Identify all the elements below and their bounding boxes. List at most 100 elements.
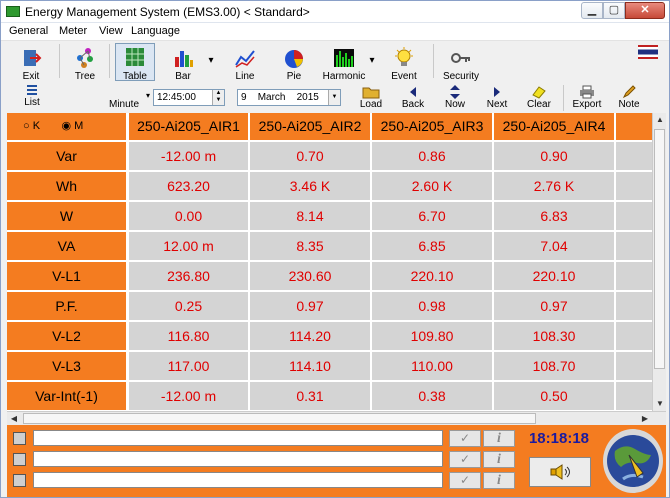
bar-chart-icon xyxy=(172,47,194,69)
harmonic-button[interactable]: Harmonic xyxy=(319,47,369,82)
table-cell: 109.80 xyxy=(372,322,493,351)
security-button[interactable]: Security xyxy=(439,47,483,82)
tree-icon xyxy=(74,47,96,69)
horizontal-scrollbar[interactable]: ◀ ▶ xyxy=(7,411,666,425)
column-header[interactable]: 250-Ai205_AIR2 xyxy=(250,113,371,141)
column-header[interactable]: 250-Ai205_AIR4 xyxy=(494,113,615,141)
export-button[interactable]: Export xyxy=(569,85,605,110)
info-button-1[interactable]: i xyxy=(483,430,515,447)
table-cell: 114.20 xyxy=(250,322,371,351)
menu-bar: General Meter View Language xyxy=(1,23,669,41)
table-cell: 623.20 xyxy=(129,172,249,201)
harmonic-dropdown-button[interactable]: ▾ xyxy=(367,55,377,66)
unit-selector: ○ K ◉ M xyxy=(7,113,127,141)
date-picker[interactable]: 9 March 2015 ▼ xyxy=(237,89,341,106)
table-cell: 220.10 xyxy=(494,262,615,291)
eraser-icon xyxy=(528,85,550,99)
list-icon xyxy=(25,83,39,97)
line-button[interactable]: Line xyxy=(225,47,265,82)
line-chart-icon xyxy=(234,47,256,69)
table-cell: -12.00 m xyxy=(129,142,249,171)
alarm-checkbox-2[interactable] xyxy=(13,453,26,466)
arrow-updown-icon xyxy=(444,85,466,99)
table-cell: 0.38 xyxy=(372,382,493,411)
table-cell: 0.98 xyxy=(372,292,493,321)
load-button[interactable]: Load xyxy=(355,85,387,110)
menu-view[interactable]: View xyxy=(99,25,123,37)
alarm-checkbox-3[interactable] xyxy=(13,474,26,487)
acknowledge-button-3[interactable]: ✓ xyxy=(449,472,481,489)
acknowledge-button-1[interactable]: ✓ xyxy=(449,430,481,447)
row-header: Var xyxy=(7,142,127,171)
radio-m[interactable]: ◉ M xyxy=(61,120,83,132)
table-cell: 230.60 xyxy=(250,262,371,291)
info-button-3[interactable]: i xyxy=(483,472,515,489)
window-title: Energy Management System (EMS3.00) < Sta… xyxy=(25,5,310,19)
folder-open-icon xyxy=(360,85,382,99)
clear-button[interactable]: Clear xyxy=(523,85,555,110)
maximize-button[interactable]: ▢ xyxy=(603,2,625,19)
vertical-scroll-thumb[interactable] xyxy=(654,129,665,369)
column-header[interactable]: 250-Ai205_AIR3 xyxy=(372,113,493,141)
row-header: W xyxy=(7,202,127,231)
scroll-down-icon[interactable]: ▼ xyxy=(653,397,667,411)
note-button[interactable]: Note xyxy=(613,85,645,110)
tree-button[interactable]: Tree xyxy=(67,47,103,82)
speaker-icon xyxy=(548,464,572,481)
printer-icon xyxy=(576,85,598,99)
arrow-left-icon xyxy=(402,85,424,99)
row-header: VA xyxy=(7,232,127,261)
time-spinner[interactable]: ▲ ▼ xyxy=(212,90,224,105)
table-cell: 114.10 xyxy=(250,352,371,381)
exit-button[interactable]: Exit xyxy=(11,47,51,82)
table-button[interactable]: Table xyxy=(115,43,155,82)
table-cell: 8.35 xyxy=(250,232,371,261)
alarm-message-2 xyxy=(33,451,443,467)
menu-language[interactable]: Language xyxy=(131,25,180,37)
info-button-2[interactable]: i xyxy=(483,451,515,468)
interval-label: Minute xyxy=(109,99,140,110)
chevron-down-icon: ▾ xyxy=(369,55,375,66)
table-cell: 6.83 xyxy=(494,202,615,231)
row-header: V-L3 xyxy=(7,352,127,381)
now-button[interactable]: Now xyxy=(439,85,471,110)
table-cell: 6.85 xyxy=(372,232,493,261)
chevron-down-icon[interactable]: ▼ xyxy=(328,90,340,105)
table-cell: 0.90 xyxy=(494,142,615,171)
bar-dropdown-button[interactable]: ▾ xyxy=(206,55,216,66)
arrow-right-icon xyxy=(486,85,508,99)
table-cell: 0.70 xyxy=(250,142,371,171)
interval-dropdown-icon[interactable]: ▾ xyxy=(146,91,150,100)
minimize-button[interactable]: ▁ xyxy=(581,2,603,19)
table-cell: 12.00 m xyxy=(129,232,249,261)
pie-button[interactable]: Pie xyxy=(274,47,314,82)
toolbar: Exit Tree Table Bar ▾ Line Pie Harmonic xyxy=(1,41,669,113)
menu-meter[interactable]: Meter xyxy=(59,25,87,37)
radio-k[interactable]: ○ K xyxy=(23,120,40,132)
vertical-scrollbar[interactable]: ▲ ▼ xyxy=(652,113,666,411)
acknowledge-button-2[interactable]: ✓ xyxy=(449,451,481,468)
column-header[interactable]: 250-Ai205_AIR1 xyxy=(129,113,249,141)
scroll-up-icon[interactable]: ▲ xyxy=(653,113,667,127)
sound-button[interactable] xyxy=(529,457,591,487)
list-button[interactable]: List xyxy=(19,83,45,108)
alarm-checkbox-1[interactable] xyxy=(13,432,26,445)
scroll-right-icon[interactable]: ▶ xyxy=(638,412,652,426)
table-cell: 0.25 xyxy=(129,292,249,321)
table-cell: 0.31 xyxy=(250,382,371,411)
next-button[interactable]: Next xyxy=(481,85,513,110)
table-cell: 220.10 xyxy=(372,262,493,291)
bar-button[interactable]: Bar xyxy=(163,47,203,82)
table-cell: 3.46 K xyxy=(250,172,371,201)
close-button[interactable]: ✕ xyxy=(625,2,665,19)
event-button[interactable]: Event xyxy=(387,47,421,82)
back-button[interactable]: Back xyxy=(397,85,429,110)
lightbulb-icon xyxy=(393,47,415,69)
menu-general[interactable]: General xyxy=(9,25,48,37)
alarm-message-1 xyxy=(33,430,443,446)
horizontal-scroll-thumb[interactable] xyxy=(23,413,536,424)
scroll-left-icon[interactable]: ◀ xyxy=(7,412,21,426)
time-input[interactable]: 12:45:00 ▲ ▼ xyxy=(153,89,225,106)
language-flag-button[interactable] xyxy=(637,45,659,62)
table-cell: 108.70 xyxy=(494,352,615,381)
